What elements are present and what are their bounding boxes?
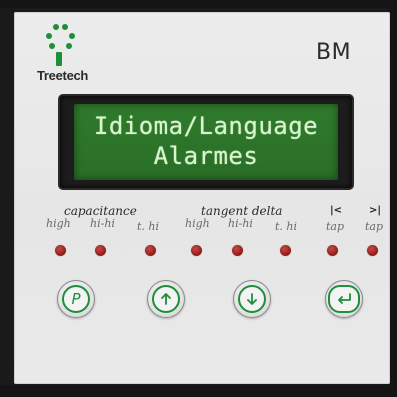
led-tan-high	[191, 245, 202, 256]
enter-return-icon	[328, 285, 360, 313]
enter-key[interactable]	[325, 280, 363, 318]
tap-min-mark: |<	[330, 205, 343, 216]
label-tan-thi: t. hi	[275, 220, 298, 233]
lcd-display: Idioma/Language Alarmes	[74, 104, 338, 180]
capacitance-group-label: capacitance	[64, 204, 137, 218]
led-cap-hihi	[95, 245, 106, 256]
program-p-icon: P	[62, 285, 90, 313]
device-bezel-bottom	[0, 385, 397, 397]
down-key[interactable]	[233, 280, 271, 318]
device-bezel-top	[0, 0, 397, 8]
label-tap-right: tap	[365, 220, 384, 233]
device-bezel-right	[389, 0, 397, 397]
model-label: BM	[316, 40, 352, 65]
label-tan-hihi: hi-hi	[228, 217, 253, 230]
arrow-down-icon	[238, 285, 266, 313]
up-key[interactable]	[147, 280, 185, 318]
led-cap-thi	[145, 245, 156, 256]
led-tap-min	[327, 245, 338, 256]
label-cap-hihi: hi-hi	[90, 217, 115, 230]
led-tan-hihi	[232, 245, 243, 256]
tap-max-mark: >|	[369, 205, 382, 216]
label-cap-high: high	[46, 217, 71, 230]
brand-name: Treetech	[37, 68, 89, 83]
tangent-delta-group-label: tangent delta	[201, 204, 283, 218]
program-key[interactable]: P	[57, 280, 95, 318]
lcd-line-2: Alarmes	[153, 142, 259, 170]
label-tan-high: high	[185, 217, 210, 230]
led-tan-thi	[280, 245, 291, 256]
led-cap-high	[55, 245, 66, 256]
arrow-up-icon	[152, 285, 180, 313]
label-cap-thi: t. hi	[137, 220, 160, 233]
label-tap-left: tap	[326, 220, 345, 233]
lcd-line-1: Idioma/Language	[93, 112, 319, 140]
led-tap-max	[367, 245, 378, 256]
